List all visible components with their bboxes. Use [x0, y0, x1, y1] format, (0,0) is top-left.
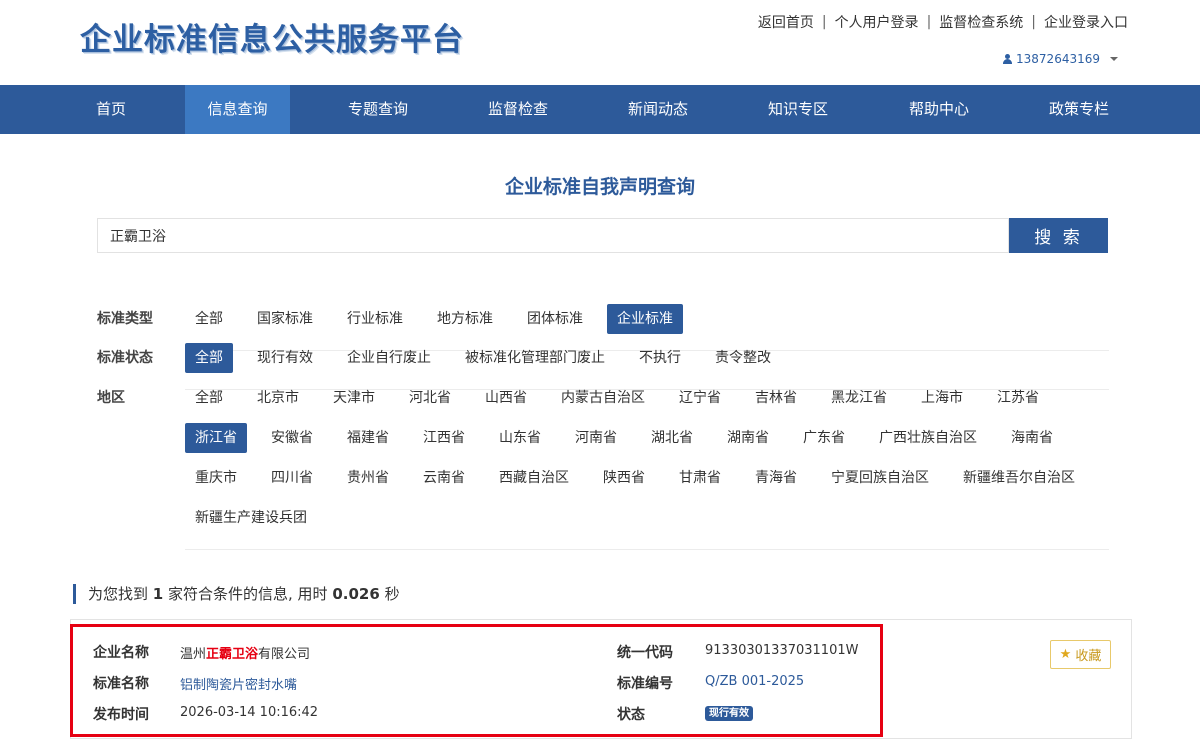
- nav-topic-query[interactable]: 专题查询: [330, 85, 426, 134]
- main-nav: 首页 信息查询 专题查询 监督检查 新闻动态 知识专区 帮助中心 政策专栏: [0, 85, 1200, 134]
- user-phone: 13872643169: [1016, 52, 1100, 66]
- search-button[interactable]: 搜 索: [1009, 218, 1108, 253]
- nav-info-query[interactable]: 信息查询: [185, 85, 290, 134]
- region-option[interactable]: 四川省: [261, 463, 323, 493]
- region-option[interactable]: 贵州省: [337, 463, 399, 493]
- filter-label: 地区: [97, 390, 125, 406]
- region-option[interactable]: 广东省: [793, 423, 855, 453]
- filter-label: 标准状态: [97, 350, 153, 366]
- company-label: 企业名称: [93, 645, 149, 661]
- result-time: 0.026: [332, 585, 380, 603]
- region-option[interactable]: 陕西省: [593, 463, 655, 493]
- standard-name-link[interactable]: 铝制陶瓷片密封水嘴: [180, 674, 297, 693]
- status-label: 状态: [617, 707, 645, 723]
- region-option[interactable]: 吉林省: [745, 383, 807, 413]
- filter-label: 标准类型: [97, 311, 153, 327]
- region-option[interactable]: 内蒙古自治区: [551, 383, 655, 413]
- region-option[interactable]: 新疆生产建设兵团: [185, 503, 317, 533]
- page-title: 企业标准自我声明查询: [504, 176, 695, 198]
- region-option[interactable]: 北京市: [247, 383, 309, 413]
- region-option[interactable]: 新疆维吾尔自治区: [953, 463, 1085, 493]
- region-option[interactable]: 甘肃省: [669, 463, 731, 493]
- standard-status-option[interactable]: 责令整改: [705, 343, 781, 373]
- region-option[interactable]: 河北省: [399, 383, 461, 413]
- credit-code: 91330301337031101W: [705, 643, 859, 658]
- favorite-label: 收藏: [1075, 649, 1102, 664]
- region-option[interactable]: 河南省: [565, 423, 627, 453]
- nav-home[interactable]: 首页: [75, 85, 147, 134]
- standard-type-option[interactable]: 行业标准: [337, 304, 413, 334]
- link-enterprise-login[interactable]: 企业登录入口: [1044, 12, 1128, 32]
- standard-status-option[interactable]: 现行有效: [247, 343, 323, 373]
- region-option[interactable]: 全部: [185, 383, 233, 413]
- region-option[interactable]: 安徽省: [261, 423, 323, 453]
- credit-code-label: 统一代码: [617, 645, 673, 661]
- region-option[interactable]: 浙江省: [185, 423, 247, 453]
- region-option[interactable]: 云南省: [413, 463, 475, 493]
- region-option[interactable]: 重庆市: [185, 463, 247, 493]
- region-option[interactable]: 江西省: [413, 423, 475, 453]
- star-icon: ★: [1059, 647, 1072, 662]
- region-option[interactable]: 山东省: [489, 423, 551, 453]
- link-supervision-system[interactable]: 监督检查系统: [939, 12, 1023, 32]
- region-option[interactable]: 西藏自治区: [489, 463, 579, 493]
- site-logo[interactable]: 企业标准信息公共服务平台: [80, 14, 464, 59]
- region-option[interactable]: 福建省: [337, 423, 399, 453]
- user-menu[interactable]: 13872643169: [1003, 52, 1118, 66]
- standard-number-label: 标准编号: [617, 676, 673, 692]
- region-option[interactable]: 青海省: [745, 463, 807, 493]
- nav-policy[interactable]: 政策专栏: [1031, 85, 1127, 134]
- standard-type-option[interactable]: 全部: [185, 304, 233, 334]
- standard-status-option[interactable]: 全部: [185, 343, 233, 373]
- region-option[interactable]: 广西壮族自治区: [869, 423, 987, 453]
- link-personal-login[interactable]: 个人用户登录: [835, 12, 919, 32]
- standard-type-option[interactable]: 地方标准: [427, 304, 503, 334]
- region-option[interactable]: 海南省: [1001, 423, 1063, 453]
- publish-time-label: 发布时间: [93, 707, 149, 723]
- region-option[interactable]: 上海市: [911, 383, 973, 413]
- caret-down-icon: [1110, 57, 1118, 61]
- filter-options: 全部 北京市 天津市 河北省 山西省 内蒙古自治区 辽宁省 吉林省 黑龙江省 上海市 江苏省浙江省安…: [185, 383, 1109, 550]
- standard-status-option[interactable]: 企业自行废止: [337, 343, 441, 373]
- company-name: 温州正霸卫浴有限公司: [180, 647, 311, 662]
- region-option[interactable]: 辽宁省: [669, 383, 731, 413]
- user-icon: [1003, 54, 1013, 64]
- top-links: 返回首页 | 个人用户登录 | 监督检查系统 | 企业登录入口: [757, 12, 1128, 32]
- result-summary: 为您找到 1 家符合条件的信息, 用时 0.026 秒: [73, 584, 400, 604]
- region-option[interactable]: 山西省: [475, 383, 537, 413]
- header: 企业标准信息公共服务平台 返回首页 | 个人用户登录 | 监督检查系统 | 企业…: [0, 0, 1200, 85]
- search-input[interactable]: [97, 218, 1009, 253]
- nav-help[interactable]: 帮助中心: [891, 85, 987, 134]
- nav-supervision[interactable]: 监督检查: [470, 85, 566, 134]
- standard-status-option[interactable]: 被标准化管理部门废止: [455, 343, 615, 373]
- status-badge: 现行有效: [705, 706, 753, 721]
- standard-type-option[interactable]: 国家标准: [247, 304, 323, 334]
- standard-number-link[interactable]: Q/ZB 001-2025: [705, 674, 804, 689]
- favorite-button[interactable]: ★ 收藏: [1050, 640, 1111, 669]
- link-home[interactable]: 返回首页: [758, 12, 814, 32]
- region-option[interactable]: 湖南省: [717, 423, 779, 453]
- filter-region: 地区 全部 北京市 天津市 河北省 山西省 内蒙古自治区 辽宁省 吉林省 黑龙江省 上海市 江苏省浙…: [97, 383, 1109, 550]
- keyword-highlight: 正霸卫浴: [206, 647, 259, 662]
- standard-name-label: 标准名称: [93, 676, 149, 692]
- result-count: 1: [152, 585, 164, 603]
- region-option[interactable]: 湖北省: [641, 423, 703, 453]
- region-option[interactable]: 江苏省: [987, 383, 1049, 413]
- standard-type-option[interactable]: 团体标准: [517, 304, 593, 334]
- standard-status-option[interactable]: 不执行: [629, 343, 691, 373]
- region-option[interactable]: 天津市: [323, 383, 385, 413]
- publish-time: 2026-03-14 10:16:42: [180, 705, 319, 720]
- nav-knowledge[interactable]: 知识专区: [750, 85, 846, 134]
- region-option[interactable]: 宁夏回族自治区: [821, 463, 939, 493]
- standard-type-option[interactable]: 企业标准: [607, 304, 683, 334]
- nav-news[interactable]: 新闻动态: [610, 85, 706, 134]
- region-option[interactable]: 黑龙江省: [821, 383, 897, 413]
